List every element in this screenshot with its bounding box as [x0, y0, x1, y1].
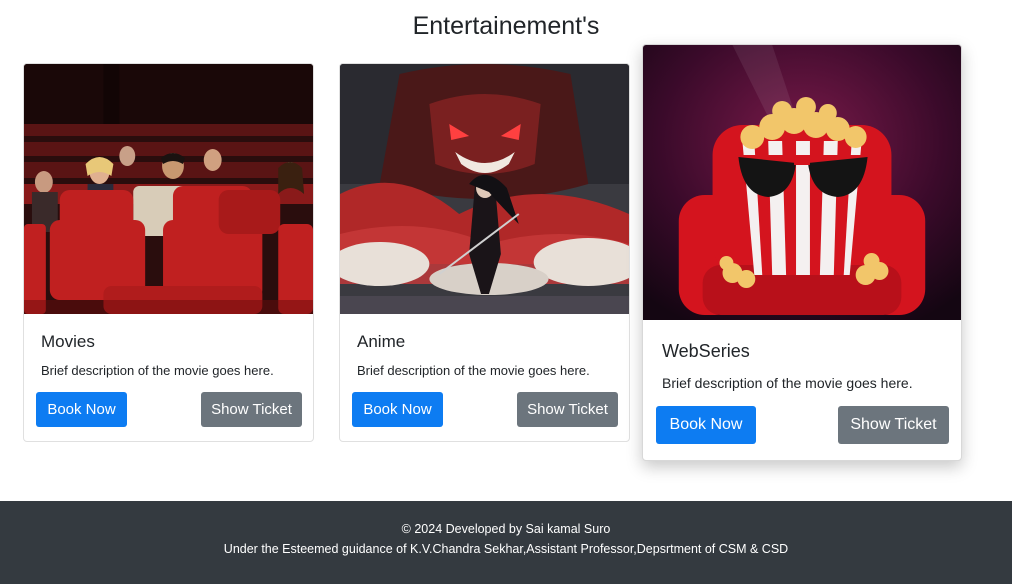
footer-copyright: © 2024 Developed by Sai kamal Suro — [401, 522, 611, 536]
card-title: Anime — [357, 332, 406, 351]
movies-image — [24, 64, 313, 314]
card-text: Brief description of the movie goes here… — [662, 375, 913, 391]
show-ticket-button[interactable]: Show Ticket — [838, 406, 949, 444]
card-movies: Movies Brief description of the movie go… — [23, 63, 314, 442]
show-ticket-button[interactable]: Show Ticket — [517, 392, 618, 427]
footer: © 2024 Developed by Sai kamal Suro Under… — [0, 501, 1012, 584]
webseries-image — [643, 45, 961, 320]
card-webseries: WebSeries Brief description of the movie… — [642, 44, 962, 461]
page-title: Entertainement's — [412, 12, 600, 40]
show-ticket-button[interactable]: Show Ticket — [201, 392, 302, 427]
book-now-button[interactable]: Book Now — [656, 406, 756, 444]
card-title: Movies — [41, 332, 95, 351]
footer-guidance: Under the Esteemed guidance of K.V.Chand… — [223, 542, 789, 556]
anime-image — [340, 64, 629, 314]
book-now-button[interactable]: Book Now — [352, 392, 443, 427]
card-text: Brief description of the movie goes here… — [357, 363, 590, 378]
card-text: Brief description of the movie goes here… — [41, 363, 274, 378]
card-title: WebSeries — [662, 341, 750, 361]
book-now-button[interactable]: Book Now — [36, 392, 127, 427]
card-anime: Anime Brief description of the movie goe… — [339, 63, 630, 442]
